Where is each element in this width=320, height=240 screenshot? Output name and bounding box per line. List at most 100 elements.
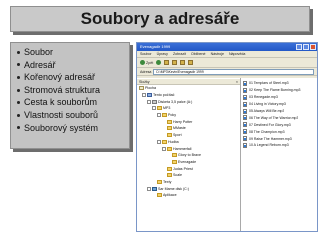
tree-node[interactable]: Plocha [137, 85, 240, 92]
folder-icon [157, 106, 162, 111]
network-drive-icon [152, 186, 157, 191]
folder-icon [167, 146, 172, 151]
tree-node[interactable]: MP3 [137, 105, 240, 112]
expand-icon[interactable] [152, 106, 156, 111]
menu-item-view[interactable]: Zobrazit [173, 51, 186, 58]
bullet-dot-icon [17, 88, 20, 92]
tree-node[interactable]: Disketa 3,5 palce (A:) [137, 98, 240, 105]
file-item[interactable]: 01 Templars of Steel.mp3 [243, 80, 315, 87]
expand-icon[interactable] [157, 113, 161, 118]
floppy-drive-icon [152, 99, 157, 104]
toolbar: Zpět [137, 58, 317, 68]
bullet-dot-icon [17, 126, 20, 130]
file-item[interactable]: 09 Raise The Hammer.mp3 [243, 135, 315, 142]
tree-node[interactable]: MMaste [137, 125, 240, 132]
tree-node[interactable]: Sar Mame disk (C:) [137, 185, 240, 192]
tree-node[interactable]: Aplikace [137, 192, 240, 199]
tree-node[interactable]: Poky [137, 112, 240, 119]
file-item[interactable]: 10 A Legend Reborn.mp3 [243, 142, 315, 149]
folder-icon [157, 193, 162, 198]
mp3-file-icon [243, 108, 247, 114]
mp3-file-icon [243, 101, 247, 107]
tree-node[interactable]: Evenagade [137, 159, 240, 166]
menu-item-file[interactable]: Soubor [140, 51, 152, 58]
bullet-dot-icon [17, 113, 20, 117]
folder-icon [162, 139, 167, 144]
bullet-item: Souborový systém [17, 122, 125, 135]
expand-icon[interactable] [142, 93, 146, 98]
bullet-list-box: Soubor Adresář Kořenový adresář Stromová… [10, 42, 130, 149]
mp3-file-icon [243, 80, 247, 86]
mp3-file-icon [243, 136, 247, 142]
slide-title: Soubory a adresáře [80, 9, 240, 28]
folder-icon [167, 126, 172, 131]
tree-node[interactable]: Glory to Brave [137, 152, 240, 159]
close-icon[interactable] [310, 44, 316, 50]
bullet-item: Soubor [17, 46, 125, 59]
computer-icon [147, 93, 152, 98]
file-item[interactable]: 05 Always Will Be.mp3 [243, 108, 315, 115]
expand-icon[interactable] [147, 99, 151, 104]
mp3-file-icon [243, 87, 247, 93]
tree-node[interactable]: Hammerfall [137, 145, 240, 152]
explorer-panes: Složky × Plocha Tento počítač Disketa 3,… [137, 78, 317, 231]
address-label: Adresa [140, 69, 152, 74]
file-item[interactable]: 06 The Way of The Warrior.mp3 [243, 114, 315, 121]
menu-item-help[interactable]: Nápověda [229, 51, 245, 58]
mp3-file-icon [243, 129, 247, 135]
file-item[interactable]: 04 Living in Victory.mp3 [243, 101, 315, 108]
expand-icon[interactable] [157, 139, 161, 144]
tree-node[interactable]: Scale [137, 172, 240, 179]
folders-icon[interactable] [180, 60, 186, 65]
tree-node[interactable]: Judas Priest [137, 165, 240, 172]
bullet-dot-icon [17, 63, 20, 67]
file-item[interactable]: 03 Renegade.mp3 [243, 94, 315, 101]
bullet-item: Kořenový adresář [17, 71, 125, 84]
close-pane-icon[interactable]: × [236, 80, 238, 84]
folder-icon [167, 133, 172, 138]
forward-button[interactable] [156, 60, 162, 65]
expand-icon[interactable] [147, 186, 151, 191]
folder-icon [167, 119, 172, 124]
menu-item-edit[interactable]: Úpravy [157, 51, 168, 58]
bullet-item: Cesta k souborům [17, 96, 125, 109]
tree-node[interactable]: Sport [137, 132, 240, 139]
back-arrow-icon [140, 60, 145, 65]
folder-tree-title: Složky [139, 79, 150, 84]
minimize-icon[interactable] [296, 44, 302, 50]
maximize-icon[interactable] [303, 44, 309, 50]
folder-icon [167, 173, 172, 178]
tree-node[interactable]: Tento počítač [137, 92, 240, 99]
mp3-file-icon [243, 94, 247, 100]
up-folder-icon[interactable] [164, 60, 170, 65]
search-icon[interactable] [172, 60, 178, 65]
desktop-icon [139, 86, 144, 91]
forward-arrow-icon [156, 60, 162, 65]
menu-bar: Soubor Úpravy Zobrazit Oblíbené Nástroje… [137, 51, 317, 58]
folder-icon [157, 179, 162, 184]
bullet-item: Stromová struktura [17, 84, 125, 97]
folder-icon [162, 113, 167, 118]
address-field[interactable]: D:\MP3\Kevin\Evenagadir 1999 [153, 68, 314, 75]
tree-node[interactable]: Harry Potter [137, 118, 240, 125]
expand-icon[interactable] [162, 146, 166, 151]
tree-node[interactable]: Hudba [137, 139, 240, 146]
views-icon[interactable] [188, 60, 194, 65]
back-button[interactable]: Zpět [140, 60, 153, 65]
tree-node[interactable]: Texty [137, 179, 240, 186]
folder-icon [172, 153, 177, 158]
file-item[interactable]: 07 Destined For Glory.mp3 [243, 121, 315, 128]
mp3-file-icon [243, 122, 247, 128]
folder-open-icon [172, 159, 177, 164]
bullet-item: Vlastnosti souborů [17, 109, 125, 122]
bullet-list: Soubor Adresář Kořenový adresář Stromová… [17, 46, 125, 134]
file-list: 01 Templars of Steel.mp3 02 Keep The Fla… [241, 78, 317, 231]
menu-item-tools[interactable]: Nástroje [211, 51, 224, 58]
folder-icon [167, 166, 172, 171]
menu-item-favorites[interactable]: Oblíbené [191, 51, 206, 58]
file-item[interactable]: 08 The Champion.mp3 [243, 128, 315, 135]
mp3-file-icon [243, 142, 247, 148]
file-item[interactable]: 02 Keep The Flame Burning.mp3 [243, 87, 315, 94]
window-controls [296, 44, 317, 50]
folder-tree: Složky × Plocha Tento počítač Disketa 3,… [137, 78, 241, 231]
